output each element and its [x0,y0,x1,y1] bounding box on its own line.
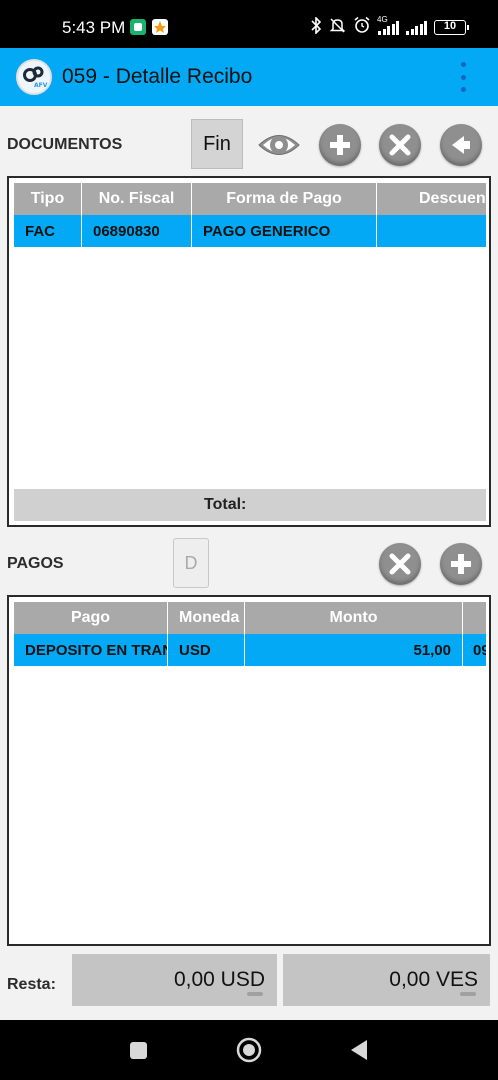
back-nav-button[interactable] [350,1039,368,1066]
resta-usd-field[interactable]: 0,00 USD [72,954,277,1006]
page-title: 059 - Detalle Recibo [62,65,253,88]
cell-monto: 51,00 [245,634,463,666]
cell-no-fiscal: 06890830 [82,215,192,247]
total-label: Total: [204,496,247,513]
cell-extra: 09 [473,641,486,659]
svg-text:AFV: AFV [34,82,48,89]
total-bar: Total: [14,489,486,521]
plus-icon [451,554,471,574]
view-button[interactable] [257,124,301,166]
column-header-descuento[interactable]: Descuento [377,183,486,215]
home-button[interactable] [236,1037,262,1068]
triangle-back-icon [351,1040,367,1060]
network-type: 4G [377,14,388,24]
status-time: 5:43 PM [62,18,126,37]
battery-icon: 10 [434,20,469,35]
documentos-table: Tipo No. Fiscal Forma de Pago Descuento … [7,176,491,527]
field-grip [460,992,476,996]
app-bar: AFV 059 - Detalle Recibo [0,48,498,106]
back-arrow-icon [452,136,470,154]
delete-document-button[interactable] [379,124,421,166]
overflow-menu-icon[interactable] [456,62,470,92]
afv-logo-icon: AFV [16,59,52,95]
bell-muted-icon [329,17,346,39]
table-row[interactable]: DEPOSITO EN TRANSFERENCIA USD 51,00 09 [14,634,486,666]
fin-button[interactable]: Fin [191,119,243,169]
add-payment-button[interactable] [440,543,482,585]
table-header: Pago Moneda Monto [14,602,486,634]
add-document-button[interactable] [319,124,361,166]
star-app-icon [152,19,168,35]
field-grip [247,992,263,996]
resta-ves-field[interactable]: 0,00 VES [283,954,490,1006]
pagos-label: PAGOS [7,555,64,572]
table-header: Tipo No. Fiscal Forma de Pago Descuento [14,183,486,215]
pagos-table: Pago Moneda Monto DEPOSITO EN TRANSFEREN… [7,595,491,946]
resta-usd-value: 0,00 USD [173,968,265,991]
x-icon [389,134,411,156]
resta-ves-value: 0,00 VES [389,968,478,991]
alarm-icon [353,16,371,39]
column-header-moneda[interactable]: Moneda [168,602,245,634]
column-header-tipo[interactable]: Tipo [14,183,82,215]
battery-level: 10 [443,20,457,32]
status-bar: 5:43 PM 4G 10 [0,0,498,48]
square-icon [130,1042,147,1059]
signal-icon [406,20,427,35]
shield-app-icon [130,19,146,35]
home-circle-icon [236,1037,262,1063]
column-header-no-fiscal[interactable]: No. Fiscal [82,183,192,215]
column-header-pago[interactable]: Pago [14,602,168,634]
bluetooth-icon [310,16,322,38]
status-icons: 4G 10 [310,15,469,39]
eye-icon [258,135,300,155]
cell-descuento [377,215,486,247]
recents-button[interactable] [129,1041,148,1065]
column-header-forma-de-pago[interactable]: Forma de Pago [192,183,377,215]
navigation-bar [0,1020,498,1080]
resta-label: Resta: [7,976,56,993]
cell-forma-de-pago: PAGO GENERICO [192,215,377,247]
column-header-monto[interactable]: Monto [245,602,463,634]
table-row[interactable]: FAC 06890830 PAGO GENERICO [14,215,486,247]
plus-icon [330,135,350,155]
d-button[interactable]: D [173,538,209,588]
signal-icon: 4G [377,15,399,35]
x-icon [389,553,411,575]
column-header-extra[interactable] [463,602,486,634]
cell-pago: DEPOSITO EN TRANSFERENCIA [14,634,168,666]
cell-tipo: FAC [14,215,82,247]
documentos-label: DOCUMENTOS [7,136,123,153]
back-button[interactable] [440,124,482,166]
delete-payment-button[interactable] [379,543,421,585]
cell-moneda: USD [168,634,245,666]
